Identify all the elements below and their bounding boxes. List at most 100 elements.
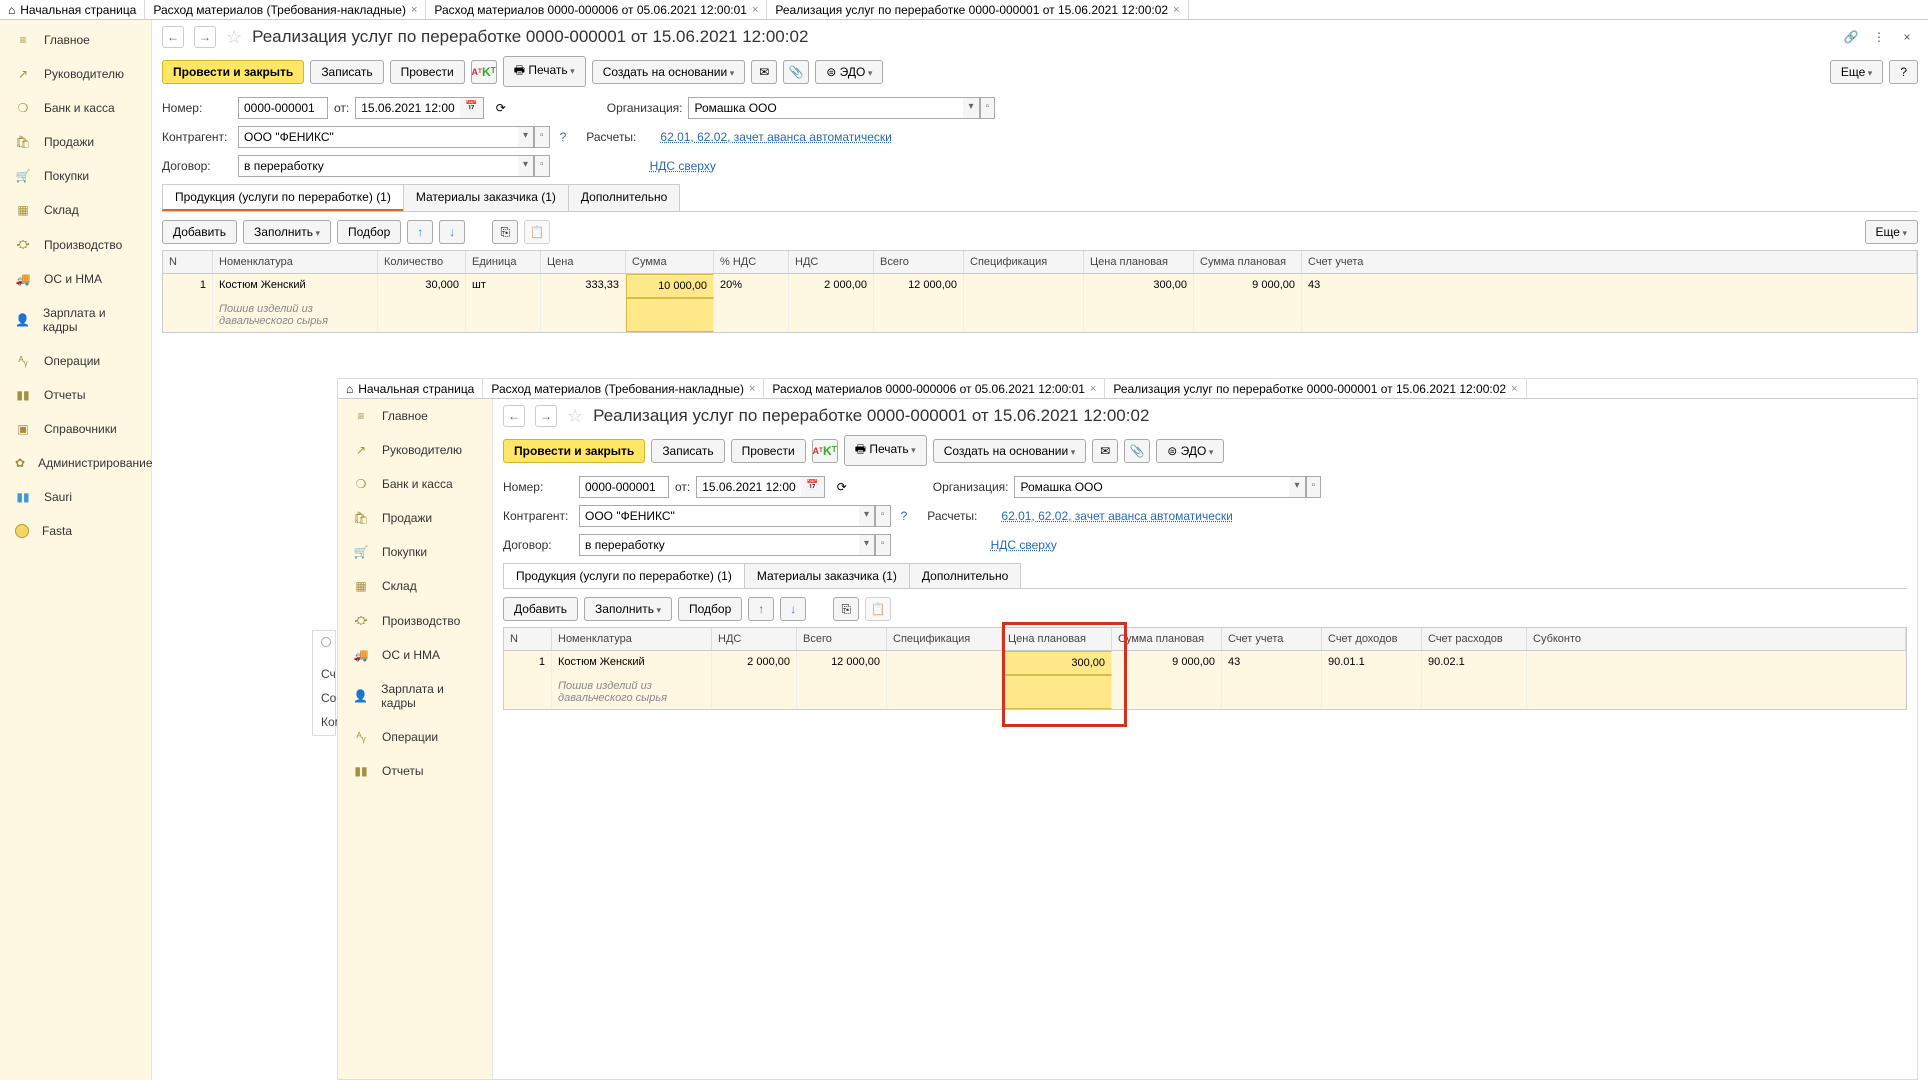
- tab-materials[interactable]: Материалы заказчика (1): [744, 563, 910, 588]
- col-plansum[interactable]: Сумма плановая: [1194, 251, 1302, 273]
- select-button[interactable]: Подбор: [678, 597, 742, 621]
- col-nomen[interactable]: Номенклатура: [213, 251, 378, 273]
- open-icon[interactable]: ▫: [1306, 476, 1322, 498]
- sidebar-item-directories[interactable]: ▣Справочники: [0, 412, 151, 446]
- tab-home[interactable]: ⌂ Начальная страница: [0, 0, 145, 19]
- close-icon[interactable]: ×: [749, 383, 755, 395]
- help-button[interactable]: ?: [1889, 60, 1918, 84]
- paste-icon[interactable]: 📋: [524, 220, 550, 244]
- edo-button[interactable]: ⊜ ЭДО: [1156, 439, 1224, 463]
- sidebar-item-bank[interactable]: ❍Банк и касса: [338, 467, 492, 501]
- tab-3[interactable]: Реализация услуг по переработке 0000-000…: [1105, 379, 1526, 398]
- sidebar-item-main[interactable]: ≡Главное: [338, 399, 492, 433]
- star-icon[interactable]: ☆: [567, 406, 583, 427]
- paste-icon[interactable]: 📋: [865, 597, 891, 621]
- create-based-button[interactable]: Создать на основании: [592, 60, 746, 84]
- close-icon[interactable]: ×: [1173, 4, 1179, 16]
- fill-button[interactable]: Заполнить: [584, 597, 672, 621]
- dropdown-icon[interactable]: ▾: [859, 534, 875, 556]
- more-button[interactable]: Еще: [1830, 60, 1883, 84]
- open-icon[interactable]: ▫: [534, 155, 550, 177]
- sidebar-item-admin[interactable]: ✿Администрирование: [0, 446, 151, 480]
- sidebar-item-reports[interactable]: ▮▮Отчеты: [338, 754, 492, 788]
- dt-kt-button[interactable]: AᵀKᵀ: [471, 60, 497, 84]
- nav-back[interactable]: ←: [503, 405, 525, 427]
- help-icon[interactable]: ?: [560, 130, 567, 144]
- tab-materials[interactable]: Материалы заказчика (1): [403, 184, 569, 211]
- sidebar-item-sauri[interactable]: ▮▮Sauri: [0, 480, 151, 514]
- tab-1[interactable]: Расход материалов (Требования-накладные)…: [145, 0, 426, 19]
- calc-link[interactable]: 62.01, 62.02, зачет аванса автоматически: [1001, 509, 1232, 523]
- fill-button[interactable]: Заполнить: [243, 220, 331, 244]
- attachment-icon[interactable]: 📎: [1124, 439, 1150, 463]
- sidebar-item-operations[interactable]: ᴬᵧОперации: [338, 720, 492, 754]
- counterparty-input[interactable]: [579, 505, 859, 527]
- col-plansum[interactable]: Сумма плановая: [1112, 628, 1222, 650]
- calc-link[interactable]: 62.01, 62.02, зачет аванса автоматически: [660, 130, 891, 144]
- sidebar-item-purchases[interactable]: 🛒Покупки: [0, 159, 151, 193]
- print-button[interactable]: 🖶 Печать: [844, 435, 927, 466]
- dropdown-icon[interactable]: ▾: [859, 505, 875, 527]
- help-icon[interactable]: ?: [901, 509, 908, 523]
- contract-input[interactable]: [579, 534, 859, 556]
- sidebar-item-operations[interactable]: ᴬᵧОперации: [0, 344, 151, 378]
- sidebar-item-warehouse[interactable]: ▦Склад: [338, 569, 492, 603]
- dropdown-icon[interactable]: ▾: [518, 126, 534, 148]
- nav-forward[interactable]: →: [194, 26, 216, 48]
- dropdown-icon[interactable]: ▾: [518, 155, 534, 177]
- org-input[interactable]: [688, 97, 963, 119]
- col-planprice[interactable]: Цена плановая: [1084, 251, 1194, 273]
- add-button[interactable]: Добавить: [503, 597, 578, 621]
- more-button[interactable]: Еще: [1865, 220, 1918, 244]
- cell-planprice[interactable]: 300,00: [1002, 651, 1112, 675]
- sidebar-item-main[interactable]: ≡Главное: [0, 23, 151, 57]
- create-based-button[interactable]: Создать на основании: [933, 439, 1087, 463]
- col-n[interactable]: N: [163, 251, 213, 273]
- add-button[interactable]: Добавить: [162, 220, 237, 244]
- close-icon[interactable]: ×: [752, 4, 758, 16]
- move-up-icon[interactable]: ↑: [748, 597, 774, 621]
- sidebar-item-reports[interactable]: ▮▮Отчеты: [0, 378, 151, 412]
- tab-home[interactable]: ⌂Начальная страница: [338, 379, 483, 398]
- tab-3[interactable]: Реализация услуг по переработке 0000-000…: [767, 0, 1188, 19]
- col-account[interactable]: Счет учета: [1222, 628, 1322, 650]
- sidebar-item-production[interactable]: ⛮Производство: [0, 227, 151, 262]
- tab-2[interactable]: Расход материалов 0000-000006 от 05.06.2…: [426, 0, 767, 19]
- sidebar-item-hr[interactable]: 👤Зарплата и кадры: [0, 296, 151, 344]
- sidebar-item-purchases[interactable]: 🛒Покупки: [338, 535, 492, 569]
- table-row[interactable]: 1 Костюм Женский 30,000 шт 333,33 10 000…: [163, 274, 1917, 298]
- print-button[interactable]: 🖶 Печать: [503, 56, 586, 87]
- sidebar-item-production[interactable]: ⛮Производство: [338, 603, 492, 638]
- close-icon[interactable]: ×: [1896, 26, 1918, 48]
- copy-icon[interactable]: ⎘: [492, 220, 518, 244]
- open-icon[interactable]: ▫: [980, 97, 996, 119]
- org-input[interactable]: [1014, 476, 1289, 498]
- sidebar-item-assets[interactable]: 🚚ОС и НМА: [338, 638, 492, 672]
- sidebar-item-sales[interactable]: 🛍Продажи: [338, 501, 492, 535]
- star-icon[interactable]: ☆: [226, 27, 242, 48]
- col-expense[interactable]: Счет расходов: [1422, 628, 1527, 650]
- col-unit[interactable]: Единица: [466, 251, 541, 273]
- sidebar-item-assets[interactable]: 🚚ОС и НМА: [0, 262, 151, 296]
- contract-input[interactable]: [238, 155, 518, 177]
- post-button[interactable]: Провести: [731, 439, 806, 463]
- more-icon[interactable]: ⋮: [1868, 26, 1890, 48]
- dt-kt-button[interactable]: AᵀKᵀ: [812, 439, 838, 463]
- nav-back[interactable]: ←: [162, 26, 184, 48]
- table-row[interactable]: 1 Костюм Женский 2 000,00 12 000,00 300,…: [504, 651, 1906, 675]
- open-icon[interactable]: ▫: [875, 534, 891, 556]
- link-icon[interactable]: 🔗: [1840, 26, 1862, 48]
- close-icon[interactable]: ×: [1090, 383, 1096, 395]
- dropdown-icon[interactable]: ▾: [1289, 476, 1305, 498]
- open-icon[interactable]: ▫: [875, 505, 891, 527]
- tab-products[interactable]: Продукция (услуги по переработке) (1): [162, 184, 404, 211]
- nds-link[interactable]: НДС сверху: [650, 159, 716, 173]
- refresh-icon[interactable]: ⟳: [496, 101, 506, 115]
- number-input[interactable]: [238, 97, 328, 119]
- tab-additional[interactable]: Дополнительно: [568, 184, 680, 211]
- col-total[interactable]: Всего: [797, 628, 887, 650]
- calendar-icon[interactable]: 📅: [460, 97, 483, 119]
- col-qty[interactable]: Количество: [378, 251, 466, 273]
- col-n[interactable]: N: [504, 628, 552, 650]
- sidebar-item-sales[interactable]: 🛍Продажи: [0, 125, 151, 159]
